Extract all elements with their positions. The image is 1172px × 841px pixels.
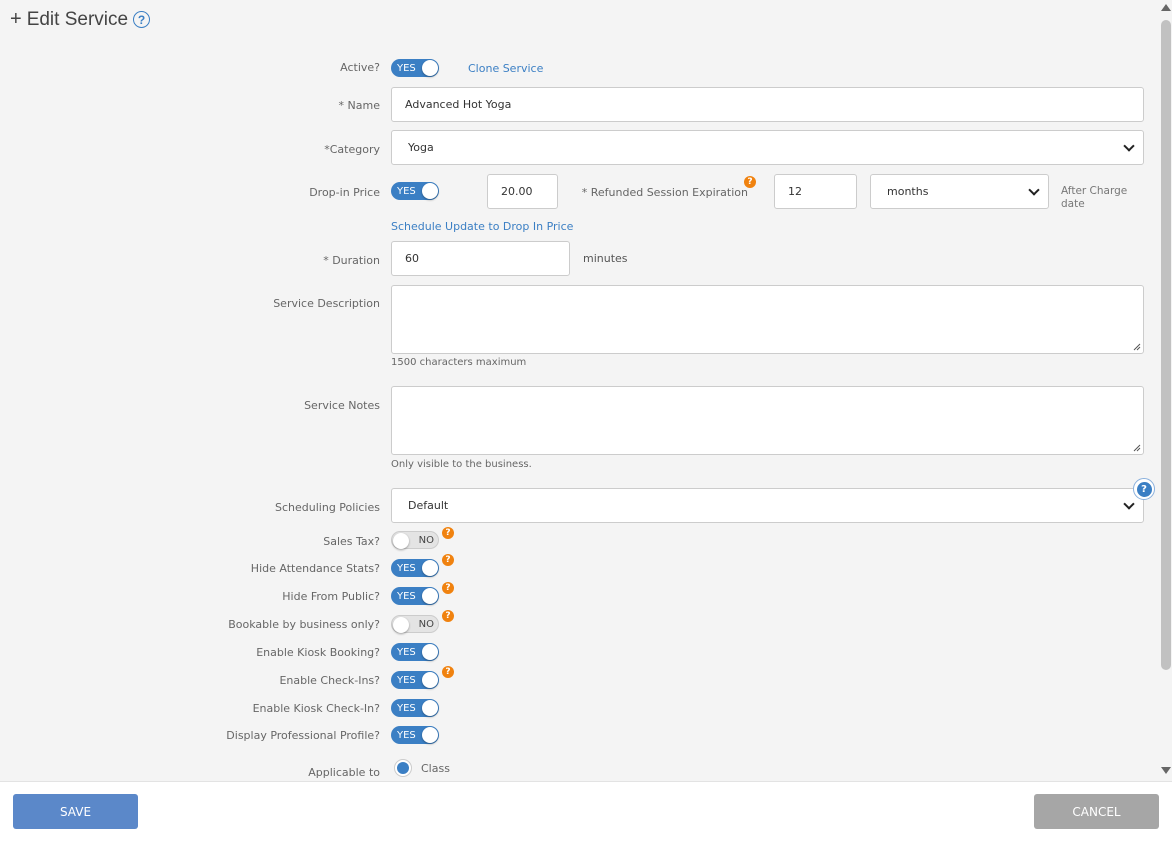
toggle-text: NO — [418, 534, 434, 546]
scroll-up-icon[interactable] — [1161, 4, 1171, 11]
active-label: Active? — [340, 61, 380, 74]
page-title: + Edit Service ? — [10, 8, 151, 31]
clone-service-link[interactable]: Clone Service — [468, 62, 543, 75]
expiration-unit-select[interactable]: months — [870, 174, 1049, 209]
duration-input[interactable]: 60 — [391, 241, 570, 276]
description-textarea[interactable] — [391, 285, 1144, 354]
hide-public-toggle[interactable]: YES — [391, 587, 439, 605]
description-label: Service Description — [273, 297, 380, 310]
applicable-label: Applicable to — [308, 766, 380, 779]
hide-attendance-label: Hide Attendance Stats? — [250, 562, 380, 575]
toggle-knob — [422, 60, 438, 76]
bookable-business-toggle[interactable]: NO — [391, 615, 439, 633]
toggle-text: YES — [397, 185, 416, 197]
toggle-knob — [422, 672, 438, 688]
chevron-down-icon — [1123, 139, 1135, 152]
toggle-text: YES — [397, 562, 416, 574]
toggle-knob — [422, 700, 438, 716]
kiosk-booking-toggle[interactable]: YES — [391, 643, 439, 661]
class-radio[interactable] — [394, 759, 412, 777]
scrollbar[interactable] — [1160, 0, 1172, 781]
duration-label: * Duration — [323, 254, 380, 267]
help-icon[interactable]: ? — [133, 11, 151, 28]
description-hint: 1500 characters maximum — [391, 357, 527, 368]
hide-public-label: Hide From Public? — [282, 590, 380, 603]
toggle-text: NO — [418, 618, 434, 630]
toggle-text: YES — [397, 590, 416, 602]
toggle-knob — [393, 533, 409, 549]
help-badge-icon[interactable]: ? — [744, 176, 756, 188]
help-badge-icon[interactable]: ? — [442, 582, 454, 594]
resize-handle-icon[interactable] — [1133, 343, 1141, 351]
professional-profile-label: Display Professional Profile? — [226, 729, 380, 742]
toggle-text: YES — [397, 729, 416, 741]
kiosk-checkin-label: Enable Kiosk Check-In? — [252, 702, 380, 715]
hide-attendance-toggle[interactable]: YES — [391, 559, 439, 577]
dropin-label: Drop-in Price — [309, 186, 380, 199]
toggle-text: YES — [397, 702, 416, 714]
refund-expiration-label: * Refunded Session Expiration — [581, 186, 748, 199]
bookable-business-label: Bookable by business only? — [228, 618, 380, 631]
name-input[interactable]: Advanced Hot Yoga — [391, 87, 1144, 122]
expiration-unit-value: months — [887, 185, 929, 198]
chevron-down-icon — [1123, 497, 1135, 510]
notes-textarea[interactable] — [391, 386, 1144, 455]
sales-tax-toggle[interactable]: NO — [391, 531, 439, 549]
resize-handle-icon[interactable] — [1133, 444, 1141, 452]
schedule-update-link[interactable]: Schedule Update to Drop In Price — [391, 220, 573, 233]
radio-dot — [397, 762, 409, 774]
toggle-text: YES — [397, 674, 416, 686]
toggle-knob — [422, 183, 438, 199]
plus-icon: + — [10, 8, 22, 30]
help-badge-icon[interactable]: ? — [442, 554, 454, 566]
scroll-down-icon[interactable] — [1161, 767, 1171, 774]
help-badge-icon[interactable]: ? — [442, 666, 454, 678]
chevron-down-icon — [1028, 183, 1040, 196]
scheduling-label: Scheduling Policies — [275, 501, 380, 514]
kiosk-booking-label: Enable Kiosk Booking? — [256, 646, 380, 659]
active-toggle[interactable]: YES — [391, 59, 439, 77]
class-radio-label: Class — [421, 762, 450, 775]
scheduling-select-value: Default — [408, 499, 449, 512]
check-ins-label: Enable Check-Ins? — [279, 674, 380, 687]
save-button[interactable]: SAVE — [13, 794, 138, 829]
toggle-text: YES — [397, 646, 416, 658]
notes-hint: Only visible to the business. — [391, 459, 532, 470]
notes-label: Service Notes — [304, 399, 380, 412]
toggle-knob — [422, 560, 438, 576]
category-select-value: Yoga — [408, 141, 434, 154]
scrollbar-thumb[interactable] — [1161, 20, 1171, 670]
help-badge-icon[interactable]: ? — [442, 527, 454, 539]
toggle-knob — [422, 727, 438, 743]
scheduling-help-icon[interactable]: ? — [1133, 478, 1155, 500]
category-select[interactable]: Yoga — [391, 130, 1144, 165]
cancel-button[interactable]: CANCEL — [1034, 794, 1159, 829]
duration-unit: minutes — [583, 252, 628, 265]
category-label: *Category — [324, 143, 380, 156]
footer-bar: SAVE CANCEL — [0, 781, 1172, 841]
kiosk-checkin-toggle[interactable]: YES — [391, 699, 439, 717]
after-charge-text: After Charge date — [1061, 185, 1128, 210]
page-title-text: Edit Service — [26, 8, 129, 30]
sales-tax-label: Sales Tax? — [323, 535, 380, 548]
professional-profile-toggle[interactable]: YES — [391, 726, 439, 744]
toggle-text: YES — [397, 62, 416, 74]
dropin-price-input[interactable]: 20.00 — [487, 174, 558, 209]
scheduling-select[interactable]: Default — [391, 488, 1144, 523]
name-label: * Name — [338, 99, 380, 112]
help-badge-icon[interactable]: ? — [442, 610, 454, 622]
toggle-knob — [393, 617, 409, 633]
toggle-knob — [422, 588, 438, 604]
refund-expiration-input[interactable]: 12 — [774, 174, 857, 209]
toggle-knob — [422, 644, 438, 660]
dropin-toggle[interactable]: YES — [391, 182, 439, 200]
check-ins-toggle[interactable]: YES — [391, 671, 439, 689]
